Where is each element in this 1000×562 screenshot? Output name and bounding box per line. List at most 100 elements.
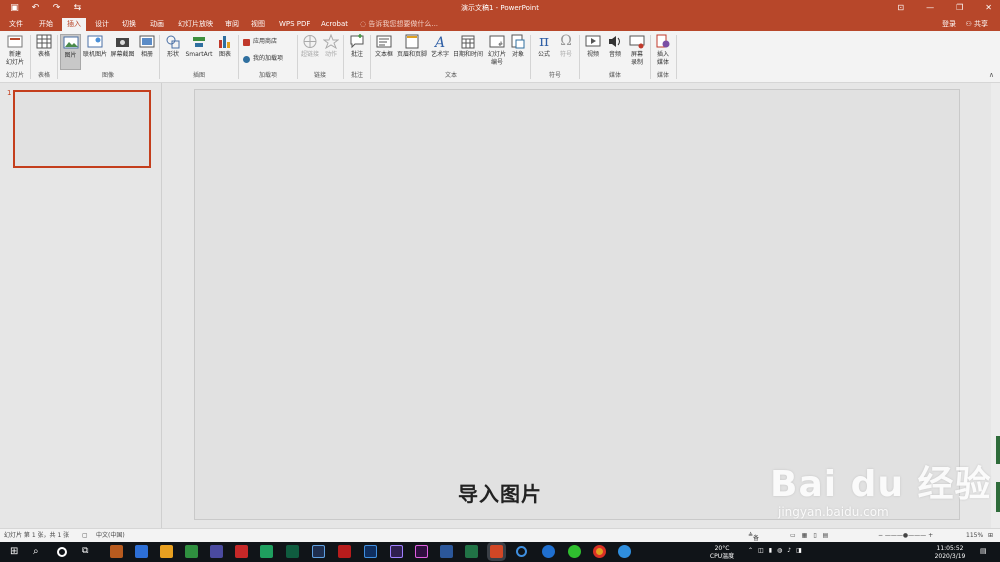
share-button[interactable]: ⚇ 共享 xyxy=(965,19,988,29)
album-button[interactable]: 相册 xyxy=(138,34,156,59)
dreamweaver-icon[interactable] xyxy=(286,545,299,558)
app-icon[interactable] xyxy=(618,545,631,558)
header-footer-icon xyxy=(405,34,419,49)
shapes-button[interactable]: 形状 xyxy=(163,34,183,59)
video-button[interactable]: 视频 xyxy=(583,34,603,59)
filezilla-icon[interactable] xyxy=(235,545,248,558)
audio-button[interactable]: 音频 xyxy=(605,34,625,59)
word-icon[interactable] xyxy=(440,545,453,558)
store-icon xyxy=(243,38,250,46)
sign-in-link[interactable]: 登录 xyxy=(942,19,956,29)
app-icon[interactable] xyxy=(260,545,273,558)
tab-transitions[interactable]: 切换 xyxy=(122,19,136,29)
smartart-button[interactable]: SmartArt xyxy=(185,34,213,59)
tell-me-box[interactable]: ◌ 告诉我您想要做什么... xyxy=(360,19,438,29)
date-time-button[interactable]: 日期和时间 xyxy=(452,34,484,59)
new-slide-button[interactable]: 新建 幻灯片 xyxy=(3,34,27,67)
app-icon[interactable] xyxy=(185,545,198,558)
photoshop-icon[interactable] xyxy=(364,545,377,558)
table-button[interactable]: 表格 xyxy=(34,34,54,59)
picture-icon xyxy=(63,36,78,49)
new-slide-icon xyxy=(7,35,23,48)
view-buttons[interactable]: ▭▦▯▤ xyxy=(790,532,834,540)
screenshot-label: 屏幕截图 xyxy=(110,51,135,58)
tab-view[interactable]: 视图 xyxy=(251,19,265,29)
spelling-icon[interactable]: ▢ xyxy=(82,532,88,540)
app-icon[interactable] xyxy=(160,545,173,558)
group-comments: 批注 xyxy=(350,72,363,79)
notification-icon[interactable]: ▤ xyxy=(980,547,987,555)
action-button[interactable]: 动作 xyxy=(322,34,340,59)
collapse-ribbon-icon[interactable]: ∧ xyxy=(989,71,994,79)
excel-icon[interactable] xyxy=(465,545,478,558)
tab-file[interactable]: 文件 xyxy=(9,19,23,29)
app-icon[interactable] xyxy=(135,545,148,558)
group-divider xyxy=(676,35,677,79)
task-view-icon[interactable]: ⧉ xyxy=(82,545,95,558)
store-button[interactable]: 应用商店 xyxy=(243,38,277,46)
screen-recording-button[interactable]: 屏幕 录制 xyxy=(627,34,647,67)
pictures-button[interactable]: 图片 xyxy=(60,34,81,70)
camera-icon xyxy=(115,38,129,47)
cortana-icon[interactable] xyxy=(57,547,67,557)
slide-info: 幻灯片 第 1 张，共 1 张 xyxy=(4,532,70,539)
tab-acrobat[interactable]: Acrobat xyxy=(321,19,348,29)
comment-label: 批注 xyxy=(350,51,363,58)
object-button[interactable]: 对象 xyxy=(509,34,527,59)
equation-button[interactable]: π 公式 xyxy=(534,34,554,59)
acrobat-icon[interactable] xyxy=(338,545,351,558)
insert-media-button[interactable]: 插入 媒体 xyxy=(653,34,673,67)
textbox-button[interactable]: 文本框 xyxy=(374,34,394,59)
hyperlink-button[interactable]: 超链接 xyxy=(300,34,320,59)
wechat-icon[interactable] xyxy=(568,545,581,558)
album-icon xyxy=(139,35,155,48)
omega-icon: Ω xyxy=(560,33,572,49)
minimize-icon[interactable]: — xyxy=(926,2,934,14)
fit-slide-icon[interactable]: ⊞ xyxy=(988,532,993,540)
app-icon[interactable] xyxy=(210,545,223,558)
app-icon[interactable] xyxy=(110,545,123,558)
chrome-icon[interactable] xyxy=(593,545,606,558)
zoom-slider[interactable]: − ———●——— + xyxy=(878,532,933,540)
zoom-level[interactable]: 115% xyxy=(966,532,983,540)
tray-icons[interactable]: ⌃◫▮◍♪◨ xyxy=(748,547,807,554)
app-icon[interactable] xyxy=(516,546,527,557)
lightroom-icon[interactable] xyxy=(312,545,325,558)
header-footer-button[interactable]: 页眉和页脚 xyxy=(396,34,428,59)
app-icon[interactable] xyxy=(542,545,555,558)
wordart-button[interactable]: A 艺术字 xyxy=(430,34,450,59)
screenshot-button[interactable]: 屏幕截图 xyxy=(109,34,136,59)
shapes-label: 形状 xyxy=(166,51,179,58)
group-images: 图像 xyxy=(101,72,114,79)
online-pictures-button[interactable]: 联机图片 xyxy=(82,34,108,59)
tab-review[interactable]: 审阅 xyxy=(225,19,239,29)
close-icon[interactable]: ✕ xyxy=(985,2,992,14)
premiere-icon[interactable] xyxy=(415,545,428,558)
window-controls: ⊡ — ❐ ✕ xyxy=(897,2,992,14)
notes-button[interactable]: ≜ 备注 xyxy=(748,532,759,550)
comment-button[interactable]: 批注 xyxy=(347,34,367,59)
video-label: 视频 xyxy=(586,51,599,58)
my-addins-button[interactable]: 我的加载项 xyxy=(243,55,283,63)
tab-home[interactable]: 开始 xyxy=(39,19,53,29)
powerpoint-icon[interactable] xyxy=(490,545,503,558)
after-effects-icon[interactable] xyxy=(390,545,403,558)
clock-date[interactable]: 2020/3/19 xyxy=(930,553,970,560)
search-icon[interactable]: ⌕ xyxy=(33,545,46,558)
ribbon-display-icon[interactable]: ⊡ xyxy=(897,2,904,14)
chart-button[interactable]: 图表 xyxy=(215,34,235,59)
slide-thumbnail[interactable] xyxy=(13,90,151,168)
windows-start-icon[interactable]: ⊞ xyxy=(10,545,23,558)
tab-wps-pdf[interactable]: WPS PDF xyxy=(279,19,310,29)
slide-canvas[interactable] xyxy=(194,89,960,520)
tab-animations[interactable]: 动画 xyxy=(150,19,164,29)
slide-number-button[interactable]: # 幻灯片 编号 xyxy=(486,34,508,67)
tab-slideshow[interactable]: 幻灯片放映 xyxy=(178,19,213,29)
language-indicator[interactable]: 中文(中国) xyxy=(96,532,125,540)
restore-icon[interactable]: ❐ xyxy=(956,2,963,14)
symbol-button[interactable]: Ω 符号 xyxy=(557,34,575,59)
tab-insert[interactable]: 插入 xyxy=(62,18,86,31)
group-tables: 表格 xyxy=(37,72,50,79)
tab-design[interactable]: 设计 xyxy=(95,19,109,29)
clock-time[interactable]: 11:05:52 xyxy=(930,545,970,552)
